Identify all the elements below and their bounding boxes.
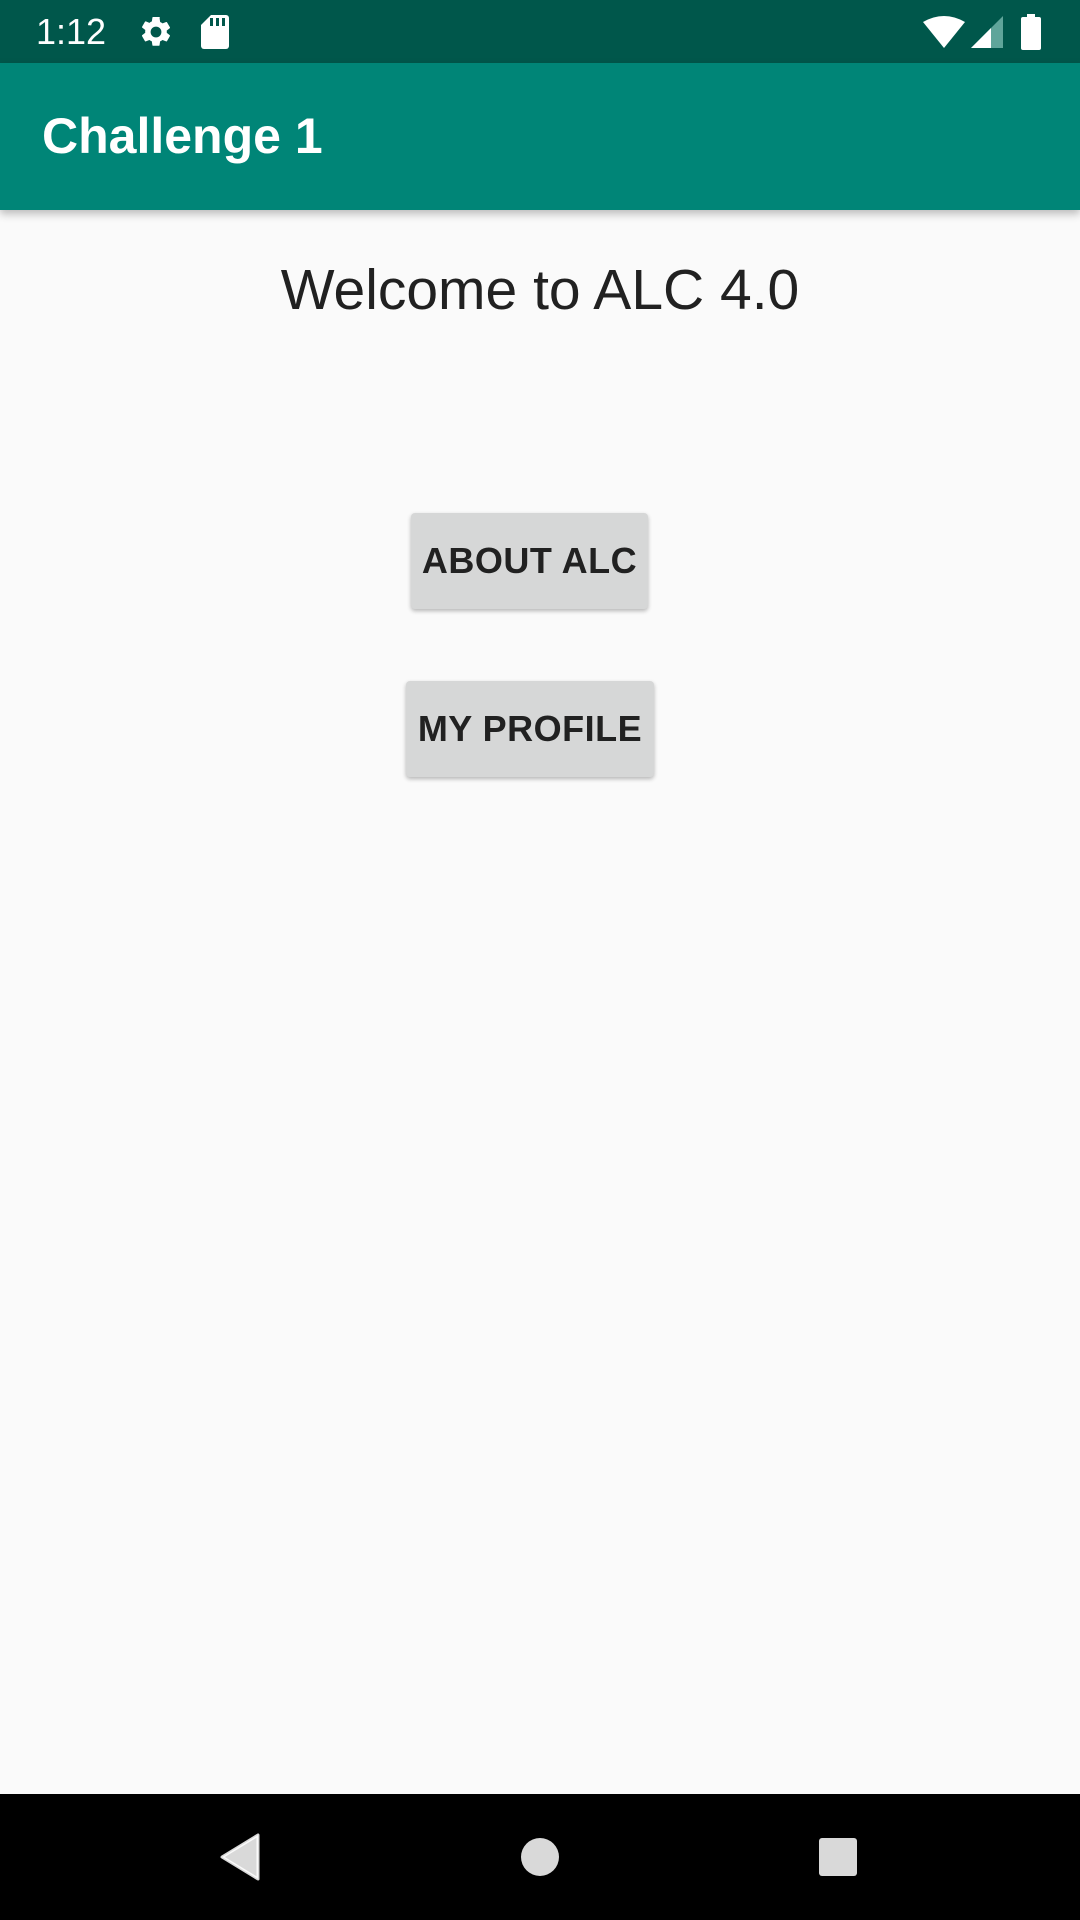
signal-icon <box>970 0 1004 63</box>
sd-card-icon <box>200 0 230 63</box>
app-bar: Challenge 1 <box>0 63 1080 210</box>
wifi-icon <box>922 0 966 63</box>
welcome-text: Welcome to ALC 4.0 <box>280 258 800 322</box>
main-content: Welcome to ALC 4.0 ABOUT ALC MY PROFILE <box>0 210 1080 1794</box>
navigation-bar <box>0 1794 1080 1920</box>
back-icon[interactable] <box>177 1794 303 1920</box>
about-alc-button[interactable]: ABOUT ALC <box>411 513 648 609</box>
home-icon[interactable] <box>477 1794 603 1920</box>
status-bar: 1:12 <box>0 0 1080 63</box>
app-title: Challenge 1 <box>42 108 323 164</box>
my-profile-button[interactable]: MY PROFILE <box>406 681 654 777</box>
status-time: 1:12 <box>36 11 107 52</box>
gear-icon <box>136 0 176 63</box>
battery-icon <box>1018 0 1044 63</box>
recents-icon[interactable] <box>775 1794 901 1920</box>
